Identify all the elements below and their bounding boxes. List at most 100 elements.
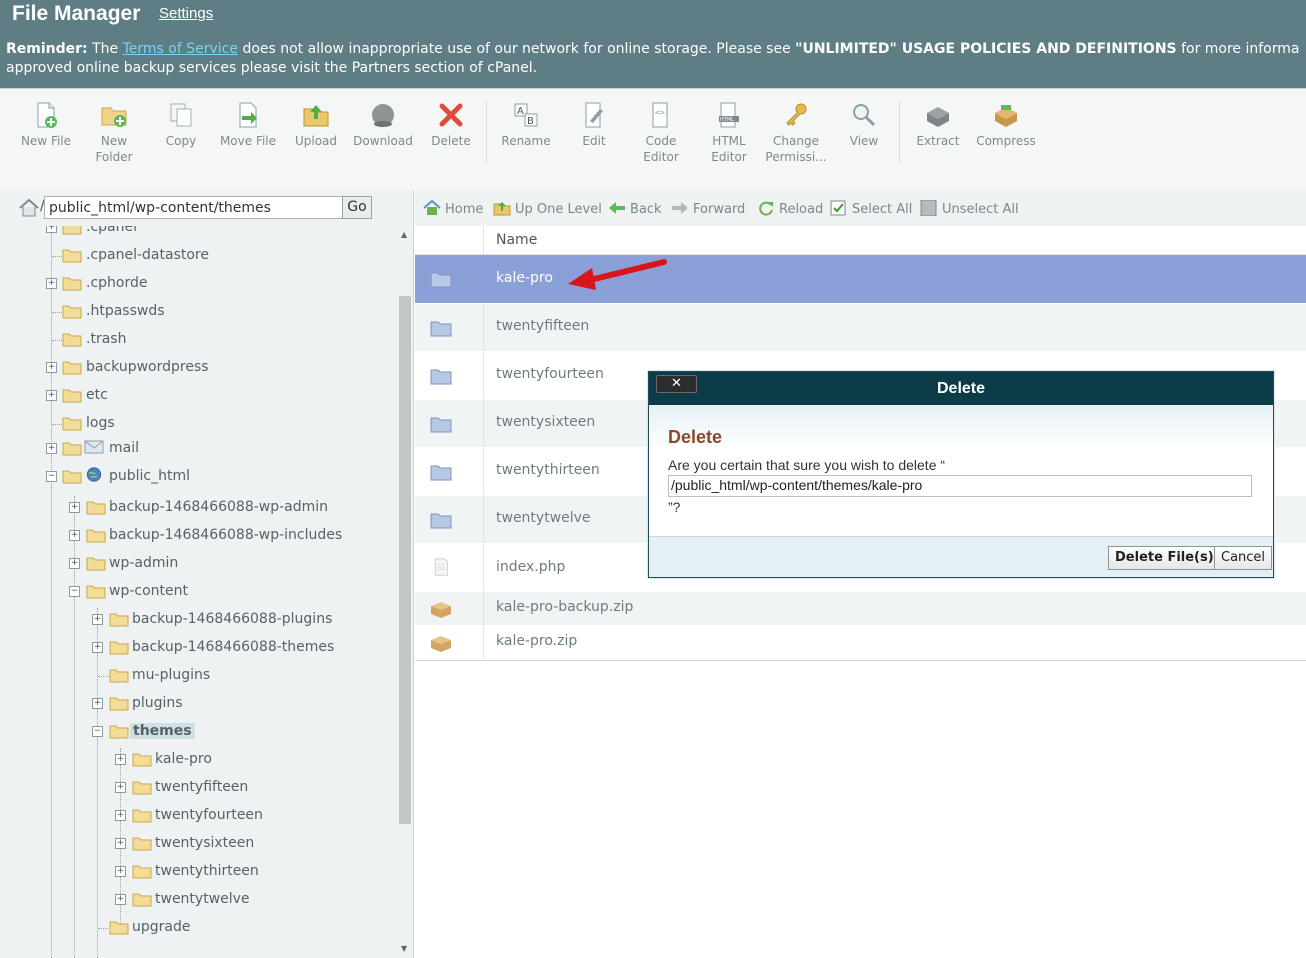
tree-item-plugins[interactable]: + plugins bbox=[0, 692, 398, 718]
nav-select-all-button[interactable]: Select All bbox=[830, 200, 912, 217]
tree-item-cphorde[interactable]: + .cphorde bbox=[0, 272, 398, 298]
expand-icon[interactable]: + bbox=[92, 614, 103, 625]
tree-item-themes[interactable]: − themes bbox=[0, 720, 398, 746]
archive-icon bbox=[431, 602, 451, 618]
file-row-kale-pro-zip[interactable]: kale-pro.zip bbox=[415, 626, 1306, 660]
view-button[interactable]: View bbox=[828, 101, 900, 149]
tree-item-label: .cpanel-datastore bbox=[86, 247, 209, 263]
tree-item-backup-wp-includes[interactable]: + backup-1468466088-wp-includes bbox=[0, 524, 398, 550]
new-file-button[interactable]: New File bbox=[10, 101, 82, 149]
upload-button[interactable]: Upload bbox=[280, 101, 352, 149]
tree-item-twentyfifteen[interactable]: + twentyfifteen bbox=[0, 776, 398, 802]
nav-back-button[interactable]: Back bbox=[608, 200, 662, 217]
tree-item-cpanel-datastore[interactable]: .cpanel-datastore bbox=[0, 244, 398, 270]
delete-button[interactable]: Delete bbox=[415, 101, 487, 149]
expand-icon[interactable]: + bbox=[115, 866, 126, 877]
tree-item-backup-plugins[interactable]: + backup-1468466088-plugins bbox=[0, 608, 398, 634]
expand-icon[interactable]: + bbox=[46, 226, 57, 233]
code-editor-button[interactable]: <> Code Editor bbox=[625, 101, 697, 165]
file-row-twentyfifteen[interactable]: twentyfifteen bbox=[415, 304, 1306, 352]
scroll-down-arrow-icon[interactable]: ▼ bbox=[401, 944, 407, 953]
expand-icon[interactable]: + bbox=[115, 810, 126, 821]
compress-button[interactable]: Compress bbox=[970, 101, 1042, 149]
tree-item-backup-wp-admin[interactable]: + backup-1468466088-wp-admin bbox=[0, 496, 398, 522]
tree-item-upgrade[interactable]: upgrade bbox=[0, 916, 398, 942]
name-column-header[interactable]: Name bbox=[496, 232, 537, 248]
folder-icon bbox=[430, 465, 452, 481]
nav-unselect-all-button[interactable]: Unselect All bbox=[920, 200, 1019, 217]
globe-icon bbox=[86, 467, 102, 482]
tree-item-label: backup-1468466088-plugins bbox=[132, 611, 333, 627]
tree-item-logs[interactable]: logs bbox=[0, 412, 398, 438]
cancel-button[interactable]: Cancel bbox=[1214, 546, 1273, 570]
tree-item-cpanel[interactable]: + .cpanel bbox=[0, 226, 398, 242]
expand-icon[interactable]: + bbox=[115, 782, 126, 793]
expand-icon[interactable]: + bbox=[92, 698, 103, 709]
expand-icon[interactable]: + bbox=[69, 502, 80, 513]
expand-icon[interactable]: + bbox=[69, 530, 80, 541]
expand-icon[interactable]: + bbox=[46, 278, 57, 289]
tree-item-backupwordpress[interactable]: + backupwordpress bbox=[0, 356, 398, 382]
tree-item-mu-plugins[interactable]: mu-plugins bbox=[0, 664, 398, 690]
html-editor-button[interactable]: HTML HTML Editor bbox=[693, 101, 765, 165]
copy-button[interactable]: Copy bbox=[145, 101, 217, 149]
settings-link[interactable]: Settings bbox=[159, 5, 213, 22]
file-row-kale-pro[interactable]: kale-pro bbox=[415, 255, 1306, 304]
scroll-up-arrow-icon[interactable]: ▲ bbox=[401, 230, 407, 239]
tree-item-wp-admin[interactable]: + wp-admin bbox=[0, 552, 398, 578]
collapse-icon[interactable]: − bbox=[69, 586, 80, 597]
new-folder-button[interactable]: New Folder bbox=[78, 101, 150, 165]
extract-label: Extract bbox=[916, 134, 960, 148]
folder-icon bbox=[132, 809, 152, 823]
expand-icon[interactable]: + bbox=[115, 894, 126, 905]
nav-forward-button[interactable]: Forward bbox=[671, 200, 745, 217]
dialog-body: Delete Are you certain that sure you wis… bbox=[649, 405, 1273, 536]
tree-item-wp-content[interactable]: − wp-content bbox=[0, 580, 398, 606]
delete-files-button[interactable]: Delete File(s) bbox=[1108, 546, 1221, 570]
collapse-icon[interactable]: − bbox=[92, 726, 103, 737]
tree-item-label: wp-content bbox=[109, 583, 188, 599]
expand-icon[interactable]: + bbox=[69, 558, 80, 569]
tree-item-htpasswds[interactable]: .htpasswds bbox=[0, 300, 398, 326]
tree-item-public-html[interactable]: − public_html bbox=[0, 465, 398, 491]
extract-button[interactable]: Extract bbox=[902, 101, 974, 149]
directory-tree: + .cpanel .cpanel-datastore + .cphorde .… bbox=[0, 226, 398, 958]
expand-icon[interactable]: + bbox=[46, 390, 57, 401]
move-file-button[interactable]: Move File bbox=[212, 101, 284, 149]
tree-item-twentythirteen[interactable]: + twentythirteen bbox=[0, 860, 398, 886]
nav-up-one-level-button[interactable]: Up One Level bbox=[493, 200, 602, 217]
expand-icon[interactable]: + bbox=[115, 838, 126, 849]
tree-item-backup-themes[interactable]: + backup-1468466088-themes bbox=[0, 636, 398, 662]
file-name: kale-pro bbox=[496, 270, 553, 286]
close-icon[interactable]: ✕ bbox=[656, 375, 697, 393]
nav-reload-button[interactable]: Reload bbox=[757, 200, 823, 217]
change-permissions-button[interactable]: Change Permissi... bbox=[760, 101, 832, 165]
tree-item-etc[interactable]: + etc bbox=[0, 384, 398, 410]
expand-icon[interactable]: + bbox=[92, 642, 103, 653]
tree-scrollbar[interactable]: ▲ ▼ bbox=[398, 226, 412, 958]
move-file-label: Move File bbox=[219, 134, 277, 148]
scrollbar-thumb[interactable] bbox=[399, 296, 411, 824]
expand-icon[interactable]: + bbox=[46, 443, 57, 454]
edit-button[interactable]: Edit bbox=[558, 101, 630, 149]
tree-item-twentytwelve[interactable]: + twentytwelve bbox=[0, 888, 398, 914]
tree-item-twentysixteen[interactable]: + twentysixteen bbox=[0, 832, 398, 858]
expand-icon[interactable]: + bbox=[115, 754, 126, 765]
tree-item-mail[interactable]: + mail bbox=[0, 437, 398, 463]
terms-of-service-link[interactable]: Terms of Service bbox=[123, 41, 238, 57]
rename-button[interactable]: AB Rename bbox=[490, 101, 562, 149]
tree-item-kale-pro[interactable]: + kale-pro bbox=[0, 748, 398, 774]
home-icon bbox=[423, 200, 441, 215]
path-input[interactable] bbox=[44, 196, 354, 219]
nav-up-one-level-label: Up One Level bbox=[515, 202, 602, 217]
tree-item-trash[interactable]: .trash bbox=[0, 328, 398, 354]
home-icon[interactable] bbox=[18, 198, 40, 218]
file-row-kale-pro-backup-zip[interactable]: kale-pro-backup.zip bbox=[415, 592, 1306, 626]
rename-label: Rename bbox=[501, 134, 551, 148]
tree-item-twentyfourteen[interactable]: + twentyfourteen bbox=[0, 804, 398, 830]
collapse-icon[interactable]: − bbox=[46, 471, 57, 482]
nav-home-button[interactable]: Home bbox=[423, 200, 483, 217]
expand-icon[interactable]: + bbox=[46, 362, 57, 373]
go-button[interactable]: Go bbox=[342, 196, 372, 219]
download-button[interactable]: Download bbox=[347, 101, 419, 149]
